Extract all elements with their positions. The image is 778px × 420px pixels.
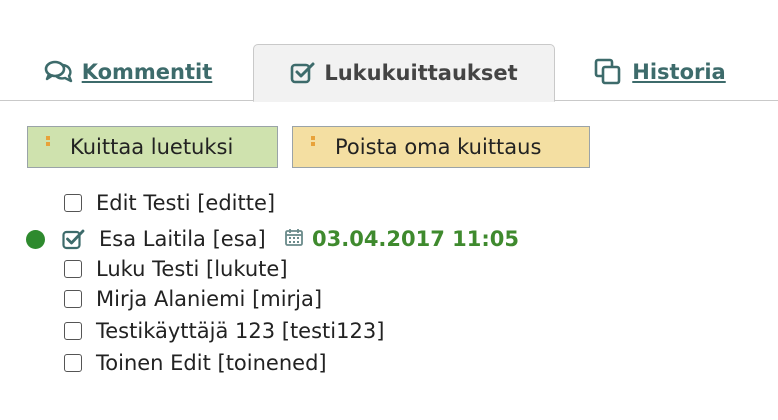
calendar-icon: [284, 227, 304, 252]
tab-label: Lukukuittaukset: [324, 61, 518, 85]
grip-icon: [311, 136, 315, 152]
reader-name: Luku Testi [lukute]: [96, 257, 288, 281]
reader-checkbox[interactable]: [64, 290, 82, 308]
remove-receipt-button[interactable]: Poista oma kuittaus: [292, 126, 590, 168]
tab-lukukuittaukset[interactable]: Lukukuittaukset: [253, 44, 555, 102]
mark-read-label: Kuittaa luetuksi: [70, 135, 234, 159]
copy-icon: [594, 58, 624, 86]
reader-checkbox[interactable]: [64, 354, 82, 372]
comments-icon: [44, 60, 74, 84]
tab-historia[interactable]: Historia: [585, 44, 735, 100]
reader-name: Toinen Edit [toinened]: [96, 351, 327, 375]
reader-name: Testikäyttäjä 123 [testi123]: [96, 319, 385, 343]
check-square-icon: [290, 61, 316, 85]
current-user-indicator: [26, 229, 45, 249]
reader-checkbox[interactable]: [64, 260, 82, 278]
mark-read-button[interactable]: Kuittaa luetuksi: [27, 126, 278, 168]
read-timestamp: 03.04.2017 11:05: [312, 227, 520, 251]
reader-name: Mirja Alaniemi [mirja]: [96, 287, 323, 311]
reader-name: Esa Laitila [esa]: [99, 227, 266, 251]
reader-name: Edit Testi [editte]: [96, 191, 276, 215]
checked-checkbox-icon: [62, 229, 85, 250]
grip-icon: [46, 136, 50, 152]
tab-kommentit[interactable]: Kommentit: [38, 44, 218, 100]
remove-receipt-label: Poista oma kuittaus: [335, 135, 542, 159]
tab-label: Historia: [632, 60, 726, 84]
tab-label: Kommentit: [81, 60, 213, 84]
reader-checkbox[interactable]: [62, 227, 86, 251]
reader-checkbox[interactable]: [64, 194, 82, 212]
reader-checkbox[interactable]: [64, 322, 82, 340]
